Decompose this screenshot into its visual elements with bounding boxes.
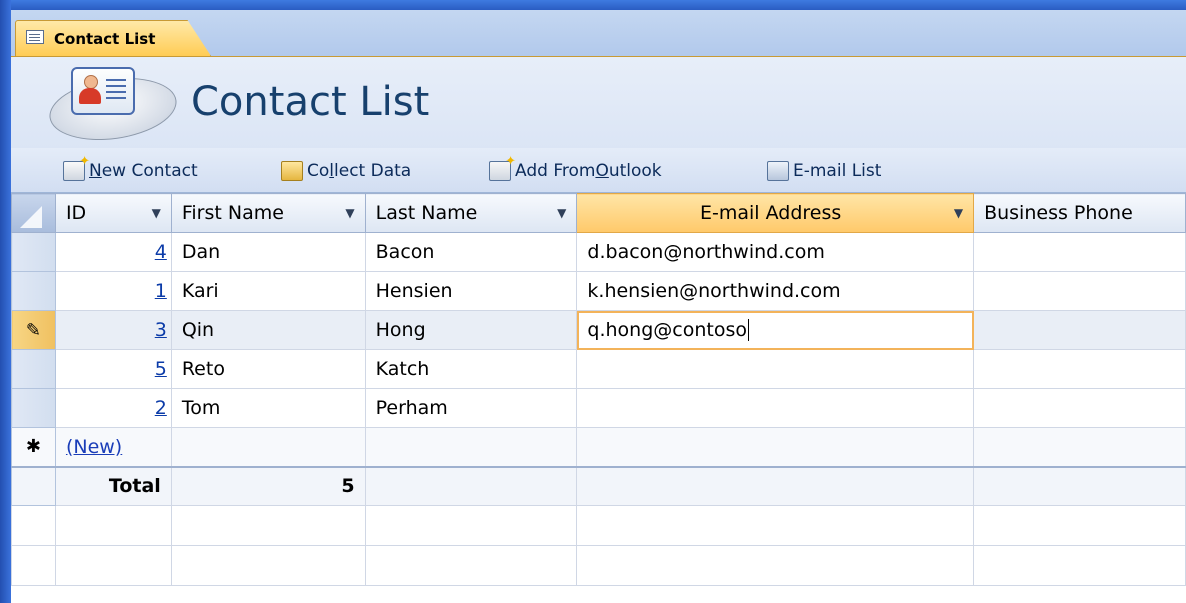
- first-name-cell[interactable]: Qin: [170, 310, 366, 350]
- email-cell[interactable]: k.hensien@northwind.com: [576, 271, 975, 311]
- edit-pencil-icon: ✎: [25, 319, 42, 341]
- column-header-last-name[interactable]: Last Name ▼: [364, 193, 578, 233]
- tab-contact-list[interactable]: Contact List: [15, 20, 211, 56]
- business-phone-cell[interactable]: [973, 232, 1186, 272]
- table-row[interactable]: 2 Tom Perham: [11, 388, 1186, 428]
- business-phone-cell[interactable]: [973, 388, 1186, 428]
- first-name-cell[interactable]: Reto: [170, 349, 366, 389]
- email-cell[interactable]: [576, 427, 975, 467]
- page-title: Contact List: [191, 79, 430, 125]
- person-icon: [79, 75, 101, 105]
- first-name-cell[interactable]: Dan: [170, 232, 366, 272]
- row-selector[interactable]: [11, 271, 56, 311]
- empty-row: [11, 545, 1186, 586]
- add-from-outlook-button[interactable]: Add From Outlook: [489, 154, 662, 183]
- chevron-down-icon[interactable]: ▼: [954, 206, 963, 220]
- form-window: Contact List Contact List New Contact Co…: [11, 10, 1186, 603]
- last-name-cell[interactable]: Katch: [364, 349, 578, 389]
- row-selector: [11, 465, 56, 506]
- last-name-cell[interactable]: Bacon: [364, 232, 578, 272]
- email-cell[interactable]: d.bacon@northwind.com: [576, 232, 975, 272]
- form-header: Contact List: [11, 56, 1186, 149]
- row-selector[interactable]: [11, 388, 56, 428]
- email-list-icon: [767, 161, 789, 181]
- header-row: ID ▼ First Name ▼ Last Name ▼ E-mail Addres…: [11, 193, 1186, 233]
- contacts-datasheet: ID ▼ First Name ▼ Last Name ▼ E-mail Addres…: [11, 193, 1186, 586]
- table-row[interactable]: ✎ 3 Qin Hong q.hong@contoso: [11, 310, 1186, 350]
- email-cell[interactable]: [576, 388, 975, 428]
- id-link[interactable]: 3: [155, 319, 167, 341]
- email-cell[interactable]: [576, 349, 975, 389]
- first-name-cell[interactable]: [170, 427, 366, 467]
- window-frame-top: [0, 0, 1186, 10]
- tab-label: Contact List: [54, 30, 156, 48]
- id-link[interactable]: 5: [155, 358, 167, 380]
- row-selector[interactable]: [11, 349, 56, 389]
- window-frame-left: [0, 0, 11, 603]
- email-list-button[interactable]: E-mail List: [767, 159, 881, 183]
- table-row[interactable]: 4 Dan Bacon d.bacon@northwind.com: [11, 232, 1186, 272]
- select-all-button[interactable]: [11, 193, 56, 233]
- chevron-down-icon[interactable]: ▼: [557, 206, 566, 220]
- chevron-down-icon[interactable]: ▼: [345, 206, 354, 220]
- table-row[interactable]: 1 Kari Hensien k.hensien@northwind.com: [11, 271, 1186, 311]
- last-name-cell[interactable]: Hong: [364, 310, 578, 350]
- last-name-cell[interactable]: [364, 427, 578, 467]
- asterisk-icon: ✱: [25, 436, 42, 458]
- first-name-cell[interactable]: Kari: [170, 271, 366, 311]
- column-header-business-phone[interactable]: Business Phone: [973, 193, 1186, 233]
- text-caret: [748, 319, 749, 342]
- collect-data-icon: [281, 161, 303, 181]
- first-name-cell[interactable]: Tom: [170, 388, 366, 428]
- total-label: Total: [54, 465, 172, 506]
- new-contact-button[interactable]: New Contact: [63, 154, 198, 183]
- collect-data-button[interactable]: Co l lect Data: [281, 159, 411, 183]
- form-toolbar: New Contact Collect Data Add From Outloo…: [11, 148, 1186, 193]
- total-value[interactable]: 5: [170, 465, 366, 506]
- column-header-first-name[interactable]: First Name ▼: [170, 193, 366, 233]
- row-selector[interactable]: ✎: [11, 310, 56, 350]
- empty-row: [11, 505, 1186, 546]
- email-cell-editing[interactable]: q.hong@contoso: [576, 310, 975, 350]
- id-link[interactable]: 1: [155, 280, 167, 302]
- contact-card-icon: [71, 67, 135, 115]
- totals-row: Total 5: [11, 465, 1186, 506]
- business-phone-cell[interactable]: [973, 349, 1186, 389]
- table-row[interactable]: 5 Reto Katch: [11, 349, 1186, 389]
- new-record-link[interactable]: (New): [66, 436, 122, 458]
- datasheet-icon: [26, 30, 44, 44]
- business-phone-cell[interactable]: [973, 310, 1186, 350]
- column-header-id[interactable]: ID ▼: [54, 193, 172, 233]
- business-phone-cell[interactable]: [973, 271, 1186, 311]
- id-link[interactable]: 2: [155, 397, 167, 419]
- chevron-down-icon[interactable]: ▼: [152, 206, 161, 220]
- document-tab-bar: Contact List: [11, 10, 1186, 56]
- last-name-cell[interactable]: Perham: [364, 388, 578, 428]
- business-phone-cell[interactable]: [973, 427, 1186, 467]
- last-name-cell[interactable]: Hensien: [364, 271, 578, 311]
- row-selector[interactable]: [11, 232, 56, 272]
- new-record-row[interactable]: ✱ (New): [11, 427, 1186, 467]
- id-link[interactable]: 4: [155, 241, 167, 263]
- new-contact-icon: [63, 154, 90, 181]
- column-header-email[interactable]: E-mail Address ▼: [576, 193, 975, 233]
- new-record-selector[interactable]: ✱: [11, 427, 56, 467]
- add-from-outlook-icon: [489, 154, 516, 181]
